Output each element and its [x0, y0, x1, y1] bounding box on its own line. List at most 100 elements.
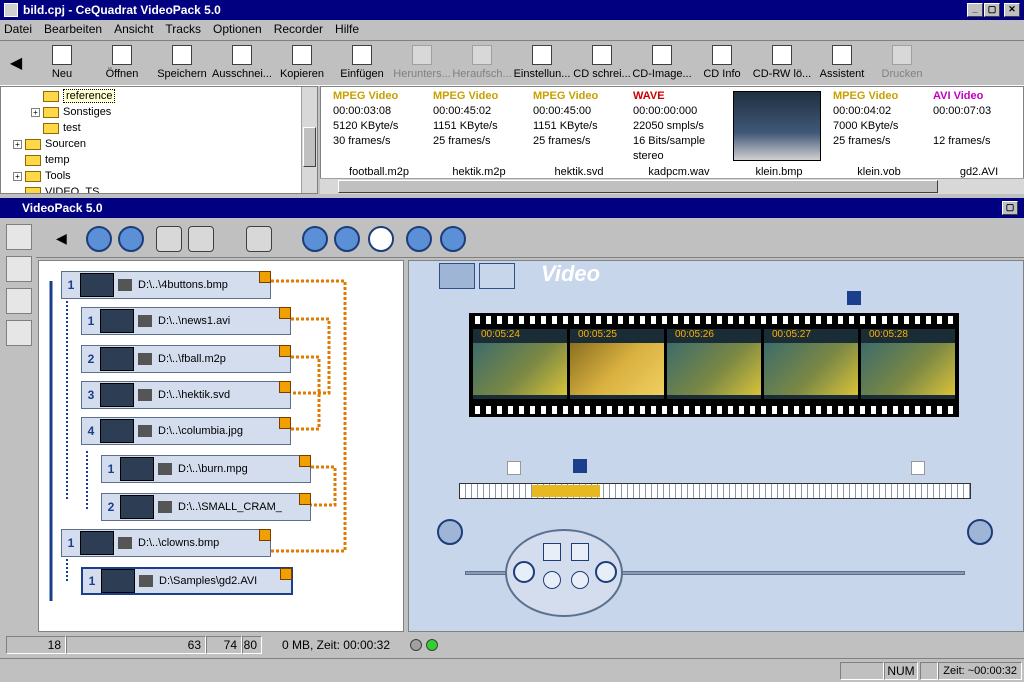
file-item[interactable]: MPEG Video 00:00:45:02 1151 KByte/s 25 fram…: [433, 89, 525, 181]
back-arrow-icon[interactable]: ◀: [0, 41, 32, 85]
preview-icon[interactable]: [406, 226, 432, 252]
erase-icon[interactable]: [440, 226, 466, 252]
track-clip[interactable]: 1 D:\..\clowns.bmp: [61, 529, 271, 557]
forward-icon[interactable]: [595, 561, 617, 583]
video-tab-filmstrip[interactable]: [439, 263, 475, 289]
tree-item[interactable]: reference: [1, 88, 317, 104]
settings-button[interactable]: Einstellun...: [512, 41, 572, 85]
track-clip[interactable]: 4 D:\..\columbia.jpg: [81, 417, 291, 445]
link-arrow-icon[interactable]: [279, 381, 291, 393]
cut-button[interactable]: Ausschnei...: [212, 41, 272, 85]
file-item[interactable]: AVI Video 00:00:07:03 12 frames/s gd2.AVI: [933, 89, 1023, 181]
tree-item[interactable]: + Tools: [1, 168, 317, 184]
open-button[interactable]: Öffnen: [92, 41, 152, 85]
back-icon[interactable]: ◀: [56, 230, 67, 247]
file-item[interactable]: klein.bmp: [733, 89, 825, 181]
film-frame[interactable]: 00:05:25: [570, 329, 664, 399]
console-zoom-in-icon[interactable]: [543, 571, 561, 589]
cd-image-button[interactable]: CD-Image...: [632, 41, 692, 85]
cd-write-button[interactable]: CD schrei...: [572, 41, 632, 85]
cd-erase-button[interactable]: CD-RW lö...: [752, 41, 812, 85]
reel-left-icon: [437, 519, 463, 545]
timeline-bar[interactable]: [459, 483, 971, 499]
tree-item[interactable]: + Sourcen: [1, 136, 317, 152]
track-clip[interactable]: 2 D:\..\SMALL_CRAM_: [101, 493, 311, 521]
menu-bearbeiten[interactable]: Bearbeiten: [44, 22, 102, 36]
set-marker-icon[interactable]: [543, 543, 561, 561]
zoom-in-icon[interactable]: [302, 226, 328, 252]
console-zoom-out-icon[interactable]: [571, 571, 589, 589]
track-clip[interactable]: 1 D:\..\news1.avi: [81, 307, 291, 335]
save-button[interactable]: Speichern: [152, 41, 212, 85]
menu-tracks[interactable]: Tracks: [165, 22, 201, 36]
track-clip[interactable]: 3 D:\..\hektik.svd: [81, 381, 291, 409]
expand-icon[interactable]: +: [13, 171, 22, 181]
videopack-maximize-button[interactable]: ▢: [1002, 201, 1018, 215]
close-button[interactable]: ✕: [1004, 3, 1020, 17]
track-clip[interactable]: 1 D:\Samples\gd2.AVI: [81, 567, 293, 595]
track-icon[interactable]: [86, 226, 112, 252]
wizard-button[interactable]: Assistent: [812, 41, 872, 85]
copy-button[interactable]: Kopieren: [272, 41, 332, 85]
print-button[interactable]: Drucken: [872, 41, 932, 85]
delete-icon[interactable]: [118, 226, 144, 252]
rewind-icon[interactable]: [513, 561, 535, 583]
maximize-button[interactable]: ▢: [984, 3, 1000, 17]
video-tab-timeline[interactable]: [479, 263, 515, 289]
current-marker-icon[interactable]: [573, 459, 587, 473]
file-item[interactable]: MPEG Video 00:00:04:02 7000 KByte/s 25 fram…: [833, 89, 925, 181]
video-mode-icon[interactable]: [6, 256, 32, 282]
expand-icon[interactable]: +: [13, 139, 22, 149]
menu-optionen[interactable]: Optionen: [213, 22, 262, 36]
film-frame[interactable]: 00:05:24: [473, 329, 567, 399]
new-button[interactable]: Neu: [32, 41, 92, 85]
end-marker-icon[interactable]: [911, 461, 925, 475]
timeline-selection[interactable]: [532, 485, 600, 497]
link-arrow-icon[interactable]: [259, 271, 271, 283]
film-frame[interactable]: 00:05:26: [667, 329, 761, 399]
track-clip[interactable]: 2 D:\..\fball.m2p: [81, 345, 291, 373]
link-arrow-icon[interactable]: [299, 455, 311, 467]
disc-settings-icon[interactable]: [6, 224, 32, 250]
minimize-button[interactable]: _: [967, 3, 983, 17]
file-browser-scrollbar[interactable]: [320, 178, 1024, 194]
file-item[interactable]: MPEG Video 00:00:03:08 5120 KByte/s 30 fram…: [333, 89, 425, 181]
expand-icon[interactable]: +: [31, 107, 40, 117]
link-arrow-icon[interactable]: [279, 307, 291, 319]
link-arrow-icon[interactable]: [299, 493, 311, 505]
file-item[interactable]: WAVE 00:00:00:000 22050 smpls/s 16 Bits/sam…: [633, 89, 725, 181]
film-frame[interactable]: 00:05:27: [764, 329, 858, 399]
tree-item[interactable]: test: [1, 120, 317, 136]
track-clip[interactable]: 1 D:\..\burn.mpg: [101, 455, 311, 483]
tools-icon[interactable]: [6, 288, 32, 314]
list-icon[interactable]: [188, 226, 214, 252]
move-down-button[interactable]: Herunters...: [392, 41, 452, 85]
file-item[interactable]: MPEG Video 00:00:45:00 1151 KByte/s 25 fram…: [533, 89, 625, 181]
menu-datei[interactable]: Datei: [4, 22, 32, 36]
tree-item[interactable]: temp: [1, 152, 317, 168]
move-up-button[interactable]: Heraufsch...: [452, 41, 512, 85]
link-arrow-icon[interactable]: [280, 568, 292, 580]
link-arrow-icon[interactable]: [259, 529, 271, 541]
marker-flag-icon[interactable]: [847, 291, 861, 305]
play-icon[interactable]: [368, 226, 394, 252]
cd-info-button[interactable]: CD Info: [692, 41, 752, 85]
chapters-icon[interactable]: [246, 226, 272, 252]
erase-marker-icon[interactable]: [571, 543, 589, 561]
link-arrow-icon[interactable]: [279, 345, 291, 357]
film-frame[interactable]: 00:05:28: [861, 329, 955, 399]
start-marker-icon[interactable]: [507, 461, 521, 475]
paste-button[interactable]: Einfügen: [332, 41, 392, 85]
clip-label: D:\..\clowns.bmp: [138, 537, 220, 549]
tree-item[interactable]: + Sonstiges: [1, 104, 317, 120]
globe-list-icon[interactable]: [6, 320, 32, 346]
link-arrow-icon[interactable]: [279, 417, 291, 429]
tree-item[interactable]: VIDEO_TS: [1, 184, 317, 193]
menu-recorder[interactable]: Recorder: [274, 22, 323, 36]
menu-hilfe[interactable]: Hilfe: [335, 22, 359, 36]
track-clip[interactable]: 1 D:\..\4buttons.bmp: [61, 271, 271, 299]
tree-scrollbar[interactable]: [301, 87, 317, 193]
menu-ansicht[interactable]: Ansicht: [114, 22, 153, 36]
properties-icon[interactable]: [156, 226, 182, 252]
zoom-out-icon[interactable]: [334, 226, 360, 252]
